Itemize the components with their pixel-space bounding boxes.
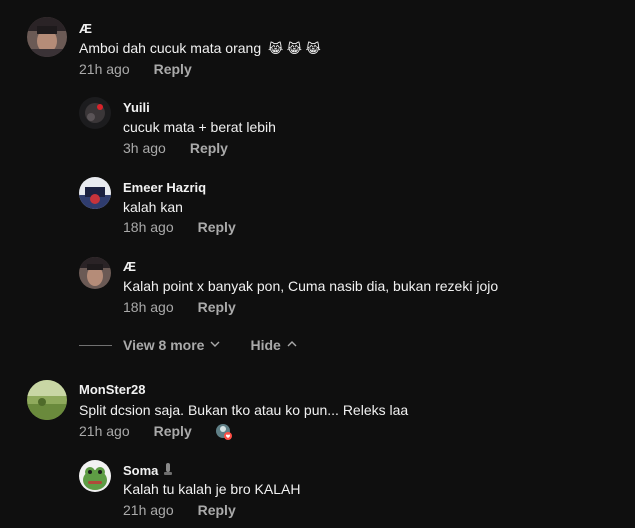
chevron-down-icon [210, 339, 220, 352]
comment-meta: 3h ago Reply [123, 140, 228, 156]
timestamp[interactable]: 18h ago [123, 219, 174, 235]
avatar[interactable] [79, 460, 111, 492]
timestamp[interactable]: 18h ago [123, 299, 174, 315]
comment-text: cucuk mata + berat lebih [123, 119, 276, 135]
comment-author[interactable]: Emeer Hazriq [123, 180, 206, 195]
comment-text: kalah kan [123, 199, 183, 215]
creator-heart-icon[interactable] [215, 423, 233, 441]
comment-author[interactable]: Yuili [123, 100, 150, 115]
divider [79, 344, 112, 346]
timestamp[interactable]: 21h ago [123, 502, 174, 518]
reply-button[interactable]: Reply [154, 61, 192, 77]
view-more-label: View 8 more [123, 337, 205, 353]
avatar[interactable] [27, 380, 67, 420]
avatar[interactable] [79, 177, 111, 209]
reply-button[interactable]: Reply [198, 502, 236, 518]
timestamp[interactable]: 3h ago [123, 140, 166, 156]
comment-meta: 21h ago Reply [123, 502, 236, 518]
comment-text: Kalah tu kalah je bro KALAH [123, 481, 301, 497]
comment-text: Kalah point x banyak pon, Cuma nasib dia… [123, 278, 499, 294]
hide-label: Hide [250, 337, 281, 353]
avatar[interactable] [27, 17, 67, 57]
comment-meta: 21h ago Reply [79, 61, 192, 77]
comment-author[interactable]: Æ [79, 21, 92, 36]
comment-meta: 18h ago Reply [123, 219, 236, 235]
timestamp[interactable]: 21h ago [79, 423, 130, 439]
comment-text: Split dcsion saja. Bukan tko atau ko pun… [79, 402, 409, 418]
comment-author: Soma [123, 462, 173, 479]
emoji: 😹 😹 😹 [268, 41, 321, 56]
comment-body: Amboi dah cucuk mata orang [79, 40, 262, 56]
comment-author[interactable]: MonSter28 [79, 382, 145, 397]
view-more-button[interactable]: View 8 more [123, 337, 220, 353]
thread-controls: View 8 more Hide [79, 335, 297, 355]
timestamp[interactable]: 21h ago [79, 61, 130, 77]
author-name[interactable]: Soma [123, 463, 158, 478]
comment-text: Amboi dah cucuk mata orang 😹 😹 😹 [79, 40, 321, 57]
reply-button[interactable]: Reply [154, 423, 192, 439]
badge-icon [163, 462, 173, 479]
chevron-up-icon [287, 339, 297, 352]
comment-meta: 21h ago Reply [79, 423, 192, 439]
comment-meta: 18h ago Reply [123, 299, 236, 315]
hide-button[interactable]: Hide [250, 337, 297, 353]
reply-button[interactable]: Reply [198, 299, 236, 315]
avatar[interactable] [79, 97, 111, 129]
reply-button[interactable]: Reply [190, 140, 228, 156]
reply-button[interactable]: Reply [198, 219, 236, 235]
avatar[interactable] [79, 257, 111, 289]
comment-author[interactable]: Æ [123, 259, 136, 274]
